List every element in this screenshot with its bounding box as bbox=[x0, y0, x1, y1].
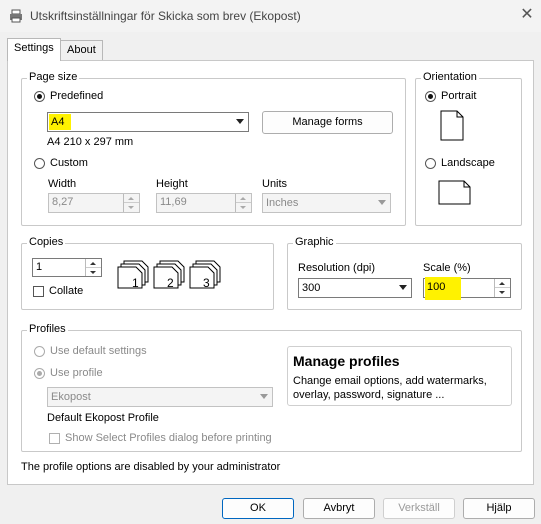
custom-label: Custom bbox=[50, 157, 88, 169]
window-title: Utskriftsinställningar för Skicka som br… bbox=[30, 9, 301, 23]
manage-profiles-description: Change email options, add watermarks, ov… bbox=[293, 375, 487, 401]
use-default-label: Use default settings bbox=[50, 345, 147, 357]
graphic-legend: Graphic bbox=[293, 236, 336, 248]
chevron-down-icon bbox=[399, 285, 407, 290]
units-value: Inches bbox=[266, 197, 299, 209]
scale-value: 100 bbox=[427, 281, 446, 293]
copies-legend: Copies bbox=[27, 236, 66, 248]
manage-profiles-title: Manage profiles bbox=[293, 353, 400, 369]
page-size-description: A4 210 x 297 mm bbox=[47, 136, 134, 148]
graphic-group bbox=[287, 243, 522, 310]
portrait-label: Portrait bbox=[441, 90, 477, 102]
default-profile-name: Default Ekopost Profile bbox=[47, 412, 159, 424]
profile-value: Ekopost bbox=[51, 391, 91, 403]
width-label: Width bbox=[48, 178, 77, 190]
scale-spin-buttons[interactable] bbox=[494, 279, 510, 297]
tab-settings[interactable]: Settings bbox=[7, 38, 61, 61]
predefined-label: Predefined bbox=[50, 90, 104, 102]
scale-stepper[interactable]: 100 bbox=[423, 277, 511, 300]
chevron-down-icon bbox=[378, 200, 386, 205]
collate-page-number: 3 bbox=[203, 276, 210, 290]
resolution-select[interactable]: 300 bbox=[298, 278, 412, 298]
page-size-legend: Page size bbox=[27, 71, 80, 83]
cancel-button[interactable]: Avbryt bbox=[303, 498, 375, 519]
collate-page-icon: 1 bbox=[117, 260, 149, 290]
landscape-radio[interactable] bbox=[425, 158, 436, 169]
collate-page-icon: 2 bbox=[153, 260, 185, 290]
landscape-page-icon bbox=[438, 180, 471, 205]
manage-forms-button[interactable]: Manage forms bbox=[262, 111, 393, 134]
custom-radio[interactable] bbox=[34, 158, 45, 169]
resolution-label: Resolution (dpi) bbox=[298, 262, 376, 274]
resolution-value: 300 bbox=[302, 282, 321, 294]
copies-value: 1 bbox=[36, 261, 43, 273]
use-profile-label: Use profile bbox=[50, 367, 103, 379]
help-button[interactable]: Hjälp bbox=[463, 498, 535, 519]
copies-spin-buttons[interactable] bbox=[85, 259, 101, 276]
collate-label: Collate bbox=[49, 285, 84, 297]
show-dialog-checkbox[interactable] bbox=[49, 433, 60, 444]
copies-stepper[interactable]: 1 bbox=[32, 258, 102, 277]
close-icon[interactable]: ✕ bbox=[516, 4, 538, 26]
collate-page-icon: 3 bbox=[189, 260, 221, 290]
orientation-legend: Orientation bbox=[421, 71, 479, 83]
portrait-radio[interactable] bbox=[425, 91, 436, 102]
collate-checkbox[interactable] bbox=[33, 286, 44, 297]
manage-profiles-button[interactable]: Manage profiles Change email options, ad… bbox=[287, 346, 512, 406]
width-value: 8,27 bbox=[52, 196, 74, 208]
page-size-value: A4 bbox=[51, 116, 65, 128]
height-value: 11,69 bbox=[160, 196, 187, 208]
landscape-label: Landscape bbox=[441, 157, 495, 169]
apply-button[interactable]: Verkställ bbox=[383, 498, 455, 519]
use-default-radio[interactable] bbox=[34, 346, 45, 357]
printer-icon bbox=[10, 9, 22, 23]
ok-button[interactable]: OK bbox=[222, 498, 294, 519]
show-dialog-label: Show Select Profiles dialog before print… bbox=[65, 432, 272, 444]
title-bar: Utskriftsinställningar för Skicka som br… bbox=[0, 0, 541, 32]
units-select[interactable]: Inches bbox=[262, 193, 391, 213]
use-profile-radio[interactable] bbox=[34, 368, 45, 379]
collate-page-number: 1 bbox=[132, 276, 139, 290]
profile-select[interactable]: Ekopost bbox=[47, 387, 273, 407]
chevron-down-icon bbox=[236, 119, 244, 124]
admin-notice: The profile options are disabled by your… bbox=[21, 461, 281, 473]
portrait-page-icon bbox=[440, 110, 464, 141]
width-spin-buttons[interactable] bbox=[123, 194, 139, 212]
height-label: Height bbox=[156, 178, 188, 190]
predefined-radio[interactable] bbox=[34, 91, 45, 102]
scale-label: Scale (%) bbox=[423, 262, 471, 274]
tab-about[interactable]: About bbox=[60, 40, 103, 60]
units-label: Units bbox=[262, 178, 288, 190]
width-stepper[interactable]: 8,27 bbox=[48, 193, 140, 213]
height-stepper[interactable]: 11,69 bbox=[156, 193, 252, 213]
collate-page-number: 2 bbox=[167, 276, 174, 290]
height-spin-buttons[interactable] bbox=[235, 194, 251, 212]
page-size-select[interactable]: A4 bbox=[47, 112, 249, 132]
profiles-legend: Profiles bbox=[27, 323, 68, 335]
chevron-down-icon bbox=[260, 394, 268, 399]
